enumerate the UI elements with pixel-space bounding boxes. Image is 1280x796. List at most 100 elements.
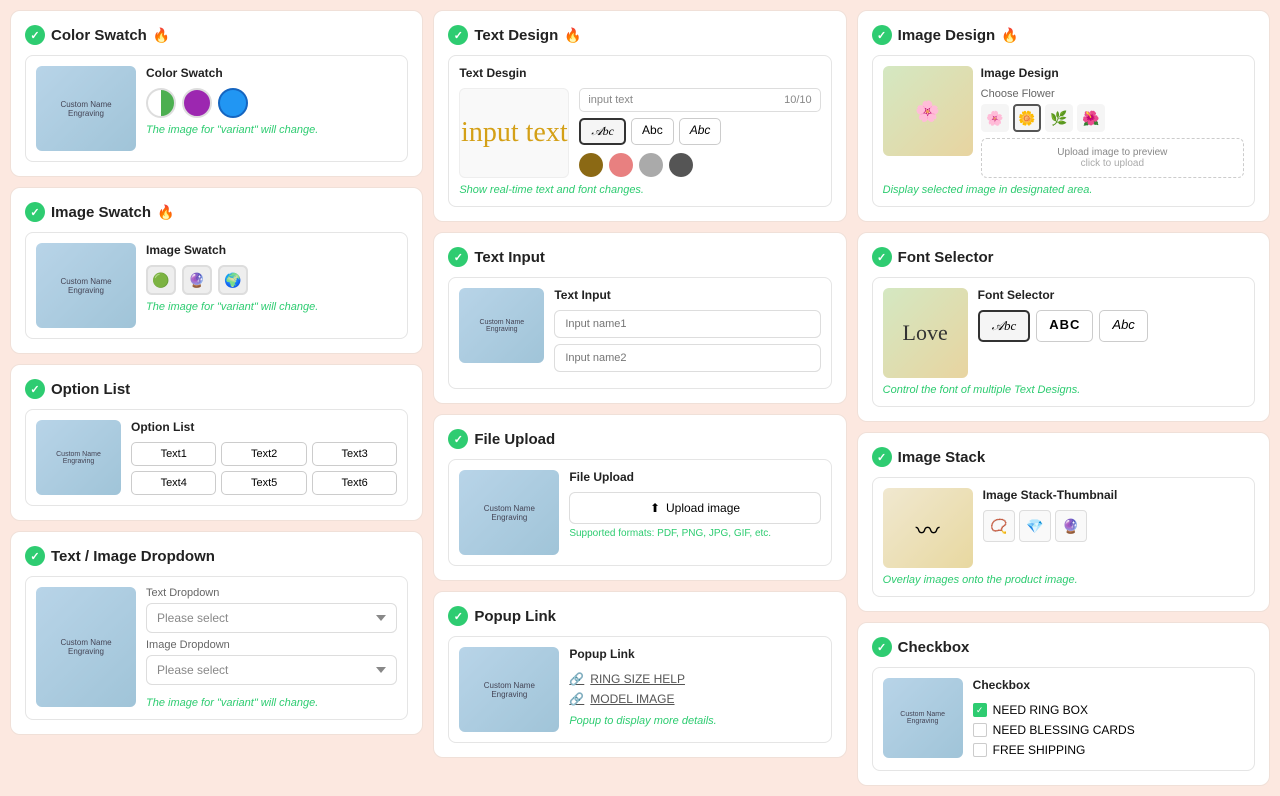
option-btn-5[interactable]: Text5 <box>221 471 306 495</box>
love-preview-text: Love <box>903 320 948 346</box>
image-design-art: 🌸 <box>883 66 973 156</box>
font-selector-options: 𝒜bc ABC Abc <box>978 310 1244 342</box>
upload-sub-text: click to upload <box>990 158 1235 169</box>
stack-swatch-2[interactable]: 💎 <box>1019 510 1051 542</box>
flower-swatch-1[interactable]: 🌸 <box>981 104 1009 132</box>
checkbox-free-shipping[interactable] <box>973 743 987 757</box>
popup-link-ring-size[interactable]: 🔗 RING SIZE HELP <box>569 669 820 689</box>
popup-link-inner: Custom NameEngraving Popup Link 🔗 RING S… <box>448 636 831 743</box>
font-option-1[interactable]: 𝒜bc <box>579 118 626 145</box>
upload-image-button[interactable]: ⬆ Upload image <box>569 492 820 524</box>
image-design-fire: 🔥 <box>1001 27 1018 44</box>
color-dot-2[interactable] <box>609 153 633 177</box>
flower-swatch-2[interactable]: 🌼 <box>1013 104 1041 132</box>
checkbox-label: Checkbox <box>973 678 1244 692</box>
text-input-card: ✓ Text Input Custom NameEngraving Text I… <box>433 232 846 404</box>
text-image-dropdown-title: ✓ Text / Image Dropdown <box>25 546 408 566</box>
image-swatch-fire: 🔥 <box>157 204 174 221</box>
flower-swatch-3[interactable]: 🌿 <box>1045 104 1073 132</box>
text-image-dropdown-check: ✓ <box>25 546 45 566</box>
image-design-check: ✓ <box>872 25 892 45</box>
cursive-preview-text: input text <box>461 117 568 149</box>
swatch-blue[interactable] <box>218 88 248 118</box>
dropdown-content: Text Dropdown Please select Image Dropdo… <box>146 587 397 709</box>
swatch-purple[interactable] <box>182 88 212 118</box>
file-upload-support-text: Supported formats: PDF, PNG, JPG, GIF, e… <box>569 528 820 539</box>
stack-swatch-3[interactable]: 🔮 <box>1055 510 1087 542</box>
image-design-content: Image Design Choose Flower 🌸 🌼 🌿 🌺 Uploa… <box>981 66 1244 178</box>
checkbox-need-blessing-label: NEED BLESSING CARDS <box>993 723 1135 737</box>
option-list-check: ✓ <box>25 379 45 399</box>
text-design-input-placeholder: input text <box>588 94 633 106</box>
font-option-3[interactable]: Abc <box>679 118 722 145</box>
text-input-field-2[interactable] <box>554 344 820 372</box>
img-swatch-2[interactable]: 🔮 <box>182 265 212 295</box>
checkbox-section-check: ✓ <box>872 637 892 657</box>
font-selector-product-image: Love <box>883 288 968 378</box>
upload-label: Upload image <box>666 501 740 515</box>
upload-label-text: Upload image to preview <box>990 147 1235 158</box>
text-image-dropdown-card: ✓ Text / Image Dropdown Custom NameEngra… <box>10 531 423 735</box>
image-stack-label: Image Stack-Thumbnail <box>983 488 1244 502</box>
option-btn-6[interactable]: Text6 <box>312 471 397 495</box>
font-sel-opt-3[interactable]: Abc <box>1099 310 1147 342</box>
swatch-white-green[interactable] <box>146 88 176 118</box>
flower-swatch-4[interactable]: 🌺 <box>1077 104 1105 132</box>
file-upload-label: File Upload <box>569 470 820 484</box>
font-options: 𝒜bc Abc Abc <box>579 118 820 145</box>
checkbox-free-shipping-label: FREE SHIPPING <box>993 743 1086 757</box>
image-swatch-card: ✓ Image Swatch 🔥 Custom NameEngraving Im… <box>10 187 423 354</box>
text-dropdown-select[interactable]: Please select <box>146 603 397 633</box>
checkbox-content: Checkbox ✓ NEED RING BOX NEED BLESSING C… <box>973 678 1244 760</box>
text-design-title: ✓ Text Design 🔥 <box>448 25 831 45</box>
text-input-check: ✓ <box>448 247 468 267</box>
image-stack-title: ✓ Image Stack <box>872 447 1255 467</box>
color-dot-3[interactable] <box>639 153 663 177</box>
font-sel-opt-1[interactable]: 𝒜bc <box>978 310 1031 342</box>
font-selector-content: Font Selector 𝒜bc ABC Abc <box>978 288 1244 342</box>
img-swatch-3[interactable]: 🌍 <box>218 265 248 295</box>
text-input-content: Text Input <box>554 288 820 378</box>
text-input-field-1[interactable] <box>554 310 820 338</box>
checkbox-need-ring-box[interactable]: ✓ <box>973 703 987 717</box>
flower-swatches: 🌸 🌼 🌿 🌺 <box>981 104 1244 132</box>
font-option-2[interactable]: Abc <box>631 118 674 145</box>
checkbox-card: ✓ Checkbox Custom NameEngraving Checkbox… <box>857 622 1270 786</box>
color-dot-4[interactable] <box>669 153 693 177</box>
popup-link-desc: Popup to display more details. <box>569 715 820 727</box>
option-btn-2[interactable]: Text2 <box>221 442 306 466</box>
checkbox-need-blessing[interactable] <box>973 723 987 737</box>
image-stack-check: ✓ <box>872 447 892 467</box>
color-dot-1[interactable] <box>579 153 603 177</box>
font-sel-opt-2[interactable]: ABC <box>1036 310 1093 342</box>
option-buttons: Text1 Text2 Text3 Text4 Text5 Text6 <box>131 442 397 495</box>
option-list-title: ✓ Option List <box>25 379 408 399</box>
color-swatch-title: ✓ Color Swatch 🔥 <box>25 25 408 45</box>
link-icon-2: 🔗 <box>569 692 584 706</box>
upload-image-area[interactable]: Upload image to preview click to upload <box>981 138 1244 178</box>
color-swatches <box>146 88 318 118</box>
checkbox-item-2: NEED BLESSING CARDS <box>973 720 1244 740</box>
model-image-link-text: MODEL IMAGE <box>590 692 674 706</box>
image-dropdown-select[interactable]: Please select <box>146 655 397 685</box>
file-upload-card: ✓ File Upload Custom NameEngraving File … <box>433 414 846 581</box>
img-swatch-1[interactable]: 🟢 <box>146 265 176 295</box>
image-swatch-inner: Custom NameEngraving Image Swatch 🟢 🔮 🌍 … <box>25 232 408 339</box>
option-btn-3[interactable]: Text3 <box>312 442 397 466</box>
option-btn-1[interactable]: Text1 <box>131 442 216 466</box>
popup-link-card: ✓ Popup Link Custom NameEngraving Popup … <box>433 591 846 758</box>
checkbox-item-3: FREE SHIPPING <box>973 740 1244 760</box>
image-stack-content: Image Stack-Thumbnail 📿 💎 🔮 <box>983 488 1244 542</box>
stack-swatch-1[interactable]: 📿 <box>983 510 1015 542</box>
text-input-title: ✓ Text Input <box>448 247 831 267</box>
link-icon-1: 🔗 <box>569 672 584 686</box>
image-swatch-label: Image Swatch <box>146 243 318 257</box>
text-design-fire: 🔥 <box>564 27 581 44</box>
option-btn-4[interactable]: Text4 <box>131 471 216 495</box>
font-selector-label: Font Selector <box>978 288 1244 302</box>
popup-link-model-image[interactable]: 🔗 MODEL IMAGE <box>569 689 820 709</box>
file-upload-check: ✓ <box>448 429 468 449</box>
color-swatch-label: Color Swatch <box>146 66 318 80</box>
color-swatch-variant-text: The image for "variant" will change. <box>146 124 318 136</box>
font-selector-check: ✓ <box>872 247 892 267</box>
